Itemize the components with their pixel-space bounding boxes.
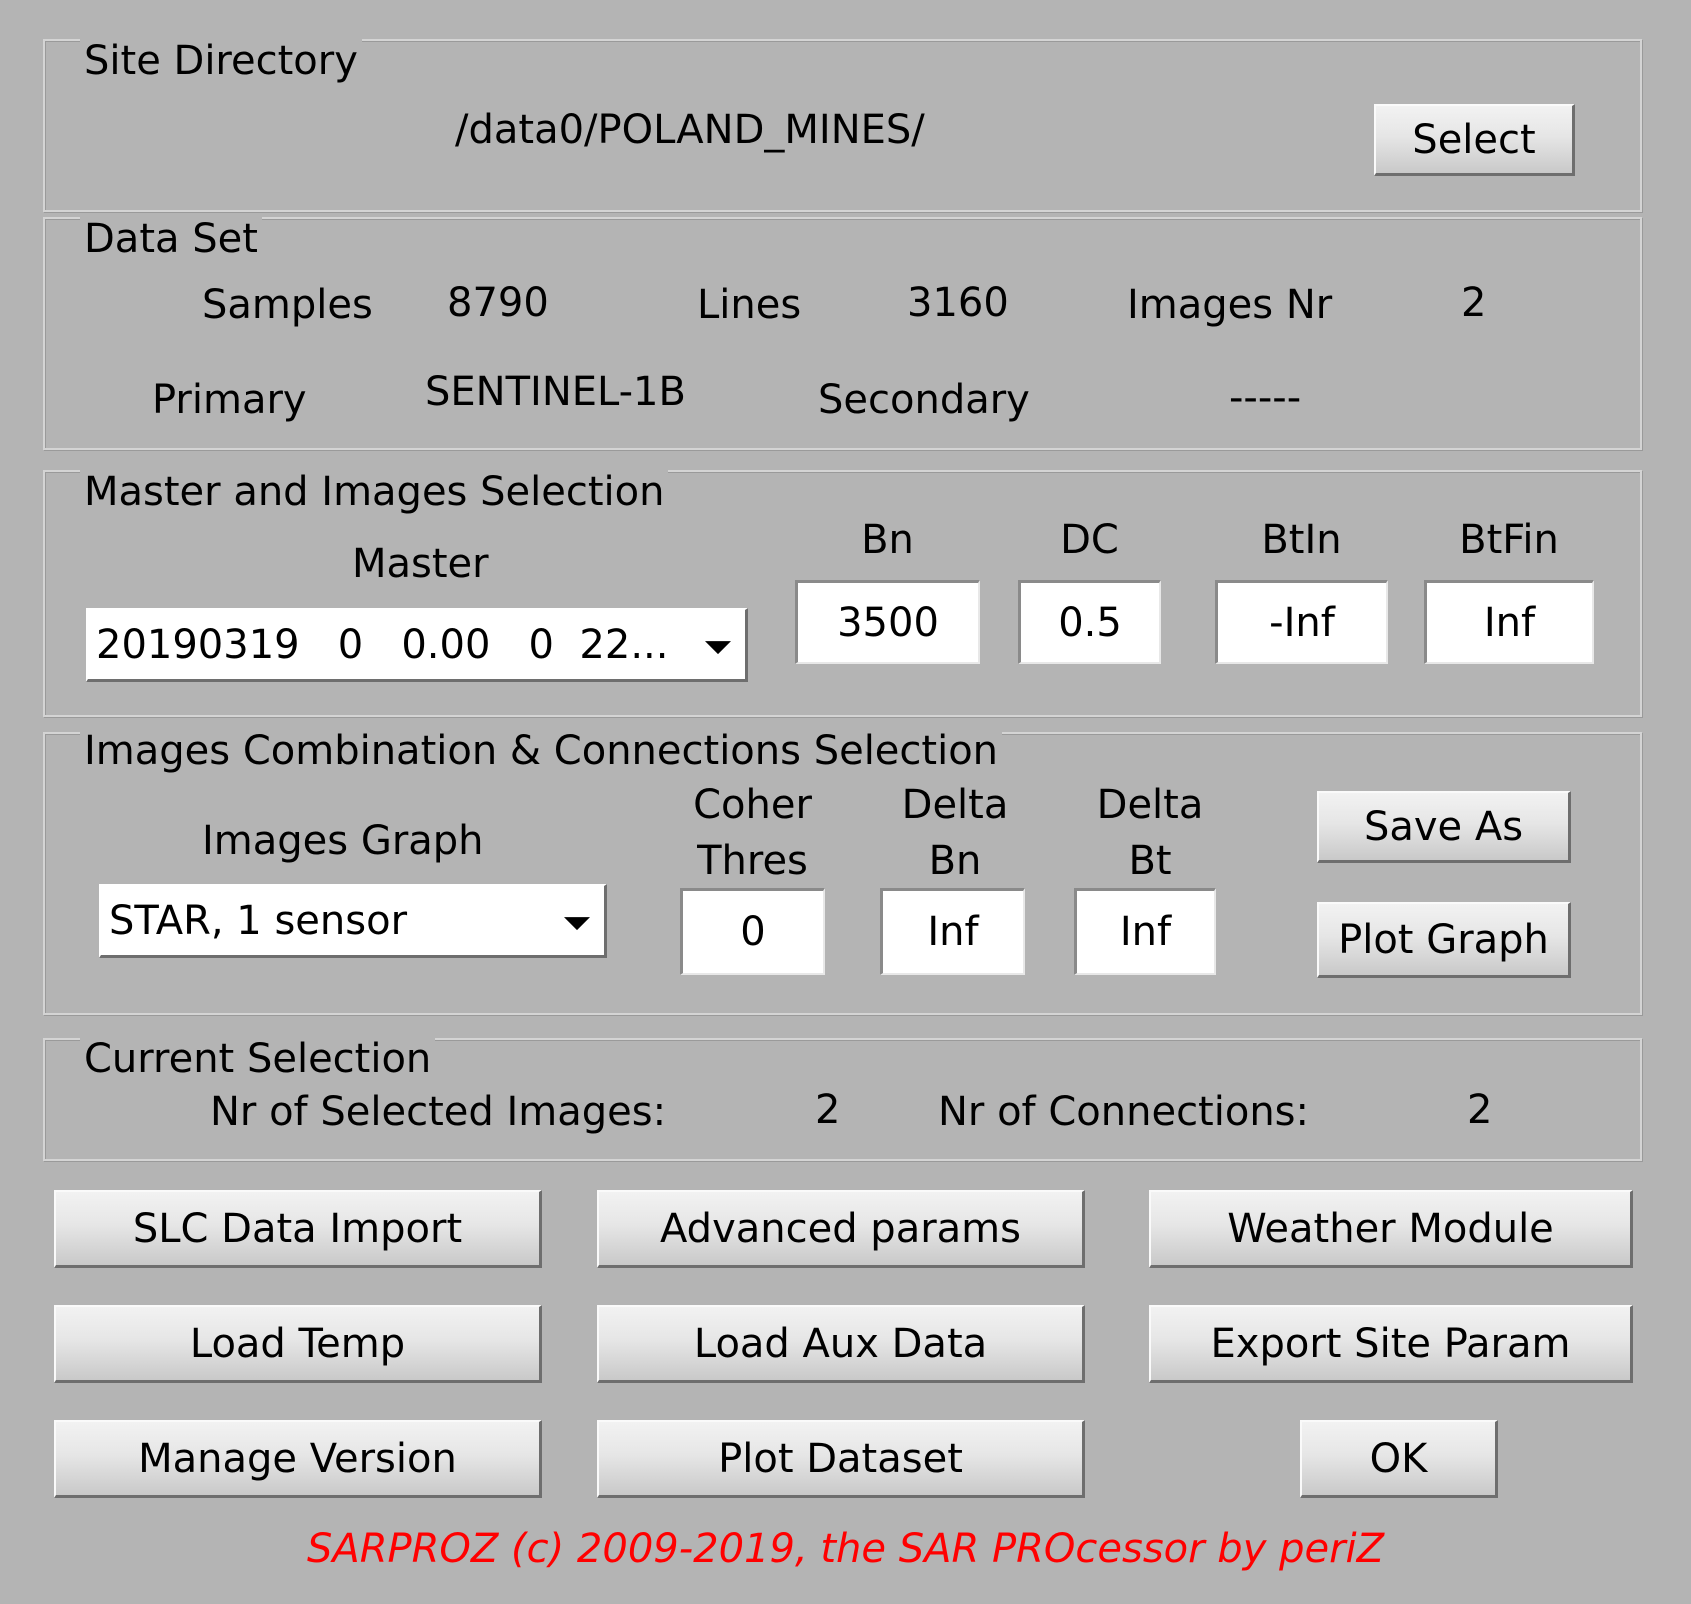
images-nr-label: Images Nr: [1127, 282, 1333, 328]
btin-input[interactable]: [1215, 580, 1388, 664]
load-aux-data-button[interactable]: Load Aux Data: [597, 1305, 1085, 1383]
dc-label: DC: [1060, 517, 1119, 563]
chevron-down-icon: [705, 640, 731, 654]
coher-label-line1: Coher: [693, 782, 812, 828]
coher-label-line2: Thres: [697, 838, 808, 884]
primary-label: Primary: [152, 377, 307, 423]
export-site-param-button[interactable]: Export Site Param: [1149, 1305, 1633, 1383]
coher-thres-input[interactable]: [680, 888, 825, 975]
images-nr-value: 2: [1461, 280, 1487, 326]
samples-value: 8790: [447, 280, 549, 326]
images-graph-value: STAR, 1 sensor: [109, 897, 408, 944]
load-temp-button[interactable]: Load Temp: [54, 1305, 542, 1383]
data-set-title: Data Set: [80, 216, 262, 262]
delta-bn-input[interactable]: [880, 888, 1025, 975]
plot-dataset-button[interactable]: Plot Dataset: [597, 1420, 1085, 1498]
btfin-input[interactable]: [1424, 580, 1594, 664]
delta-bt-label-line1: Delta: [1096, 782, 1204, 828]
btfin-label: BtFin: [1459, 517, 1559, 563]
primary-value: SENTINEL-1B: [425, 369, 686, 415]
delta-bt-input[interactable]: [1074, 888, 1216, 975]
delta-bt-label-line2: Bt: [1128, 838, 1172, 884]
site-directory-path: /data0/POLAND_MINES/: [455, 107, 925, 153]
master-label: Master: [352, 541, 489, 587]
lines-value: 3160: [907, 280, 1009, 326]
master-selection-title: Master and Images Selection: [80, 469, 669, 515]
copyright-footer: SARPROZ (c) 2009-2019, the SAR PROcessor…: [306, 1526, 1385, 1572]
plot-graph-button[interactable]: Plot Graph: [1317, 902, 1571, 978]
images-graph-label: Images Graph: [202, 818, 484, 864]
connections-value: 2: [1467, 1087, 1493, 1133]
current-selection-title: Current Selection: [80, 1036, 436, 1082]
combination-title: Images Combination & Connections Selecti…: [80, 728, 1003, 774]
images-graph-dropdown[interactable]: STAR, 1 sensor: [99, 884, 607, 958]
ok-button[interactable]: OK: [1300, 1420, 1498, 1498]
save-as-button[interactable]: Save As: [1317, 791, 1571, 863]
master-dropdown[interactable]: 20190319 0 0.00 0 22...: [86, 608, 748, 682]
site-directory-title: Site Directory: [80, 38, 362, 84]
connections-label: Nr of Connections:: [938, 1089, 1309, 1135]
slc-data-import-button[interactable]: SLC Data Import: [54, 1190, 542, 1268]
advanced-params-button[interactable]: Advanced params: [597, 1190, 1085, 1268]
dc-input[interactable]: [1018, 580, 1161, 664]
secondary-label: Secondary: [818, 377, 1030, 423]
delta-bn-label-line2: Bn: [928, 838, 982, 884]
select-button[interactable]: Select: [1374, 104, 1575, 176]
lines-label: Lines: [697, 282, 802, 328]
manage-version-button[interactable]: Manage Version: [54, 1420, 542, 1498]
master-dropdown-value: 20190319 0 0.00 0 22...: [96, 621, 669, 668]
secondary-value: -----: [1229, 375, 1302, 421]
bn-label: Bn: [861, 517, 914, 563]
selected-images-label: Nr of Selected Images:: [210, 1089, 667, 1135]
samples-label: Samples: [202, 282, 373, 328]
bn-input[interactable]: [795, 580, 980, 664]
delta-bn-label-line1: Delta: [901, 782, 1009, 828]
chevron-down-icon: [564, 916, 590, 930]
weather-module-button[interactable]: Weather Module: [1149, 1190, 1633, 1268]
selected-images-value: 2: [815, 1087, 841, 1133]
btin-label: BtIn: [1261, 517, 1342, 563]
